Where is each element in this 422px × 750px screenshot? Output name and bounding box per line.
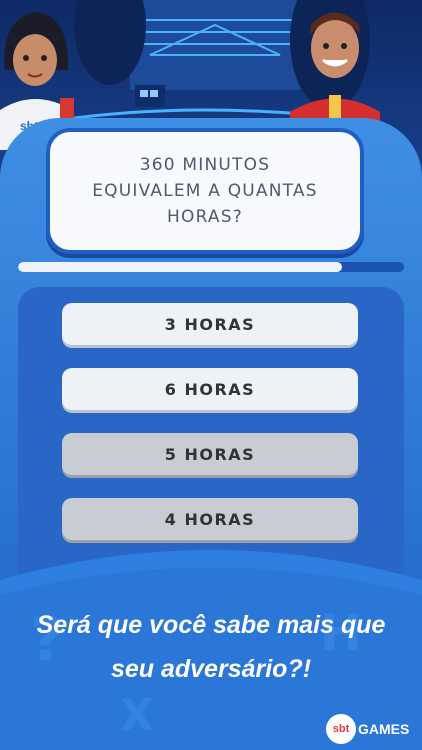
- answer-label: 5 HORAS: [164, 444, 256, 464]
- sbt-games-logo: sbt GAMES: [326, 714, 409, 744]
- timer-bar: [18, 262, 404, 272]
- answer-button-2[interactable]: 6 HORAS: [62, 368, 358, 410]
- promo-line-1: Será que você sabe mais que: [36, 611, 386, 639]
- question-card: 360 MINUTOS EQUIVALEM A QUANTAS HORAS?: [46, 128, 364, 254]
- answer-label: 3 HORAS: [164, 314, 256, 334]
- svg-text:X: X: [120, 690, 154, 741]
- sbt-logo-icon: sbt: [326, 714, 356, 744]
- games-label: GAMES: [358, 721, 410, 737]
- question-text: 360 MINUTOS EQUIVALEM A QUANTAS HORAS?: [92, 155, 318, 227]
- promo-line-2: seu adversário?!: [110, 655, 312, 683]
- answer-button-3[interactable]: 5 HORAS: [62, 433, 358, 475]
- timer-bar-fill: [18, 262, 343, 272]
- answer-button-4[interactable]: 4 HORAS: [62, 498, 358, 540]
- answer-button-1[interactable]: 3 HORAS: [62, 303, 358, 345]
- answer-label: 6 HORAS: [164, 379, 256, 399]
- sbt-logo-text: sbt: [332, 723, 350, 735]
- answer-label: 4 HORAS: [164, 509, 256, 529]
- promo-text: Será que você sabe mais que seu adversár…: [20, 603, 402, 691]
